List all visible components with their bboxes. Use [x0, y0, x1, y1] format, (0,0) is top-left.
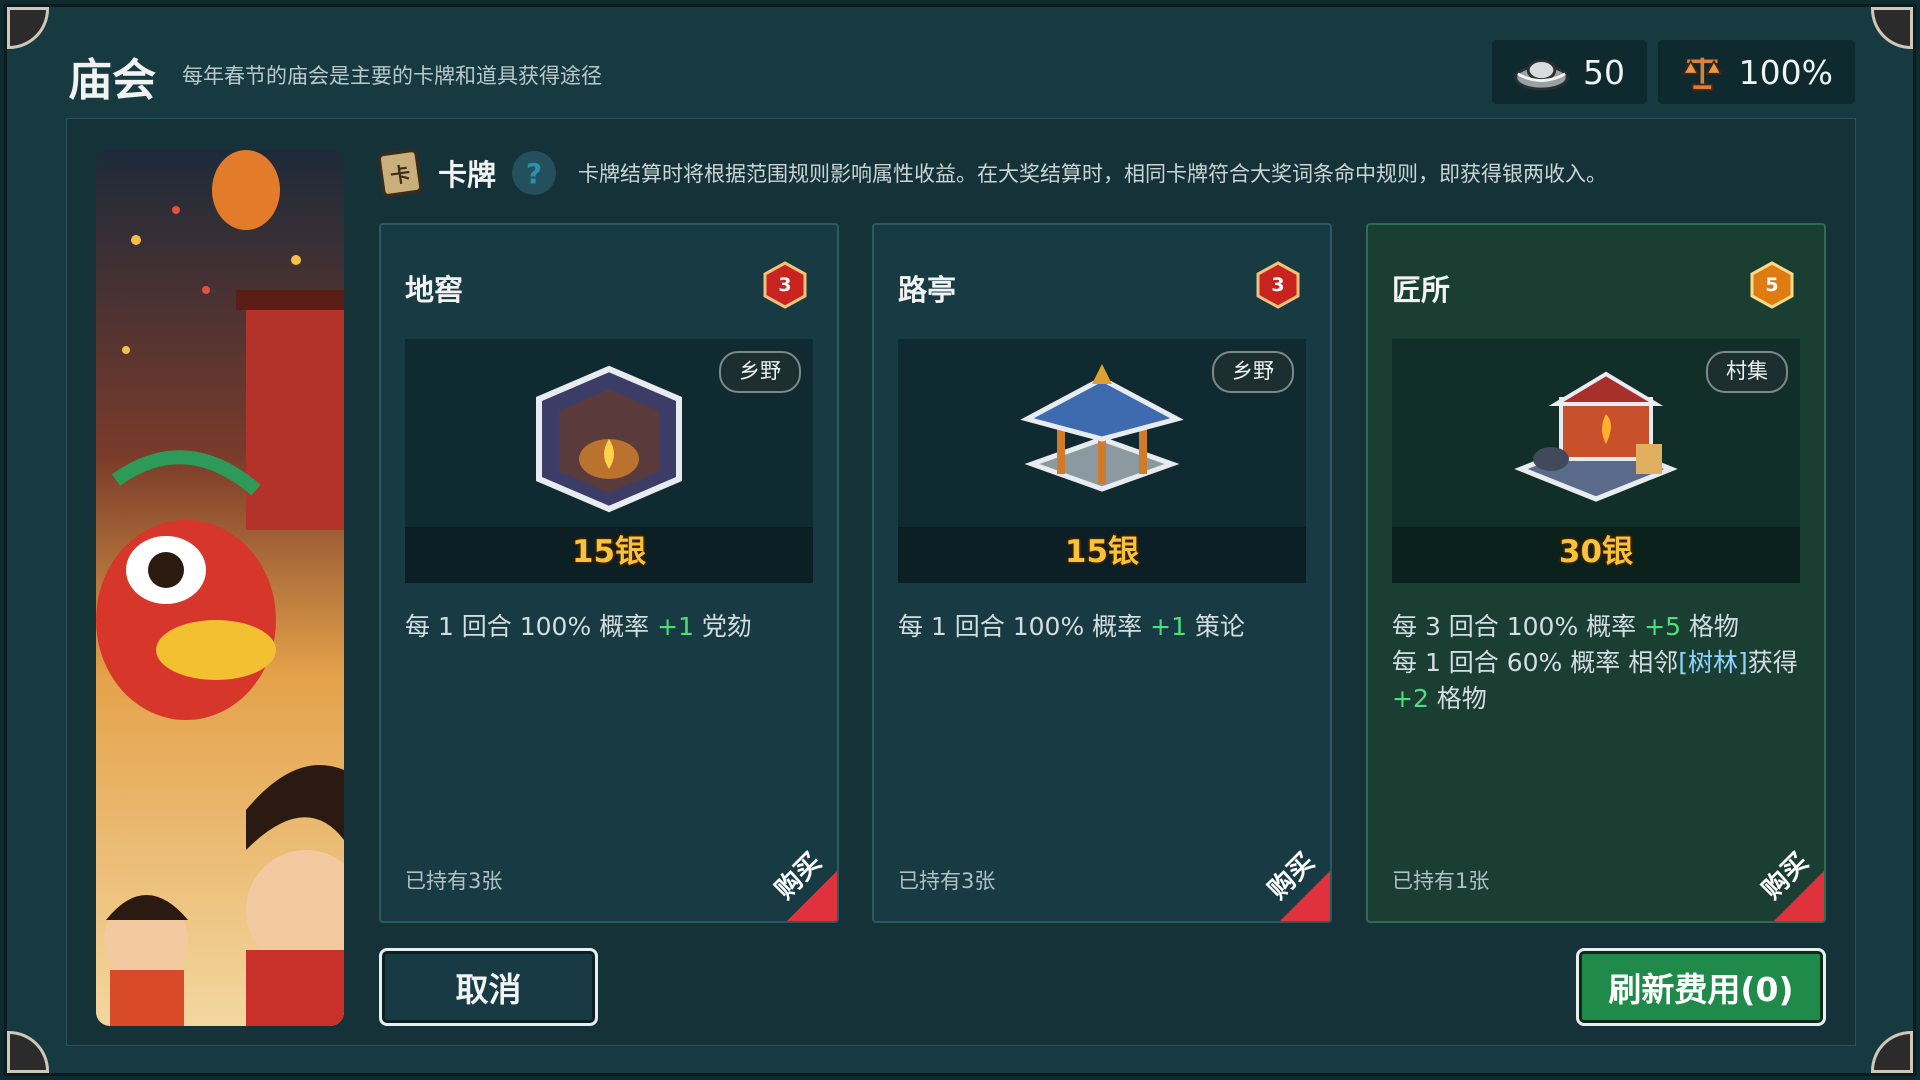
card-art: 村集 30银 [1392, 339, 1800, 583]
card-name: 路亭 [898, 273, 957, 307]
card-name: 匠所 [1392, 273, 1451, 307]
refresh-button[interactable]: 刷新费用(0) [1576, 948, 1826, 1026]
cellar-icon [536, 365, 682, 513]
rarity-badge: 5 [1748, 261, 1796, 309]
buy-ribbon[interactable] [1150, 741, 1332, 923]
silver-ingot-icon [1514, 59, 1569, 91]
region-tag: 乡野 [719, 351, 801, 393]
help-button[interactable]: ? [512, 151, 557, 195]
silver-counter: 50 [1492, 40, 1647, 104]
temple-fair-illustration [96, 150, 344, 1026]
owned-count: 已持有3张 [405, 869, 503, 893]
card-price: 30银 [1558, 534, 1634, 570]
card-effect: 每 1 回合 100% 概率 +1 党劾 [405, 612, 752, 641]
card-name: 地窖 [405, 273, 464, 307]
scale-icon [1682, 57, 1723, 91]
rarity-badge: 3 [1254, 261, 1302, 309]
lion-dance-illustration [96, 150, 344, 1026]
card-section-header: 卡 卡牌 ? 卡牌结算时将根据范围规则影响属性收益。在大奖结算时，相同卡牌符合大… [377, 148, 1608, 198]
card-art: 乡野 15银 [405, 339, 813, 583]
page-title: 庙会 [68, 55, 156, 106]
frame-corner [7, 7, 49, 49]
card-effect: 每 1 回合 100% 概率 +1 策论 [898, 612, 1245, 641]
rate-counter: 100% [1658, 40, 1855, 104]
silver-amount: 50 [1583, 52, 1625, 92]
card-icon: 卡 [377, 148, 423, 198]
shop-card-workshop[interactable]: 匠所 5 村集 30银 每 3 回合 100% 概率 +5 格物 每 1 回合 … [1366, 223, 1826, 923]
rarity-badge: 3 [761, 261, 809, 309]
section-description: 卡牌结算时将根据范围规则影响属性收益。在大奖结算时，相同卡牌符合大奖词条命中规则… [578, 162, 1608, 186]
page-subtitle: 每年春节的庙会是主要的卡牌和道具获得途径 [182, 64, 602, 88]
owned-count: 已持有1张 [1392, 869, 1490, 893]
buy-ribbon[interactable] [657, 741, 839, 923]
region-tag: 村集 [1706, 351, 1788, 393]
card-price: 15银 [1064, 534, 1140, 570]
card-art: 乡野 15银 [898, 339, 1306, 583]
card-effect: 每 3 回合 100% 概率 +5 格物 每 1 回合 60% 概率 相邻[树林… [1392, 609, 1804, 717]
frame-corner [1871, 7, 1913, 49]
effect-line: 每 3 回合 100% 概率 +5 格物 [1392, 612, 1739, 641]
effect-line: 每 1 回合 60% 概率 相邻[树林]获得 +2 格物 [1392, 648, 1798, 713]
shop-card-cellar[interactable]: 地窖 3 乡野 15银 每 1 回合 100% 概率 +1 党劾 已持有3张 购… [379, 223, 839, 923]
owned-count: 已持有3张 [898, 869, 996, 893]
frame-corner [7, 1031, 49, 1073]
pavilion-icon [1020, 364, 1184, 492]
workshop-icon [1514, 371, 1678, 502]
buy-ribbon[interactable] [1644, 741, 1826, 923]
rate-amount: 100% [1738, 52, 1833, 92]
section-title: 卡牌 [438, 158, 497, 192]
frame-corner [1871, 1031, 1913, 1073]
card-price: 15银 [571, 534, 647, 570]
cancel-button[interactable]: 取消 [379, 948, 598, 1026]
shop-card-pavilion[interactable]: 路亭 3 乡野 15银 每 1 回合 100% 概率 +1 策论 已持有3张 购… [872, 223, 1332, 923]
region-tag: 乡野 [1212, 351, 1294, 393]
